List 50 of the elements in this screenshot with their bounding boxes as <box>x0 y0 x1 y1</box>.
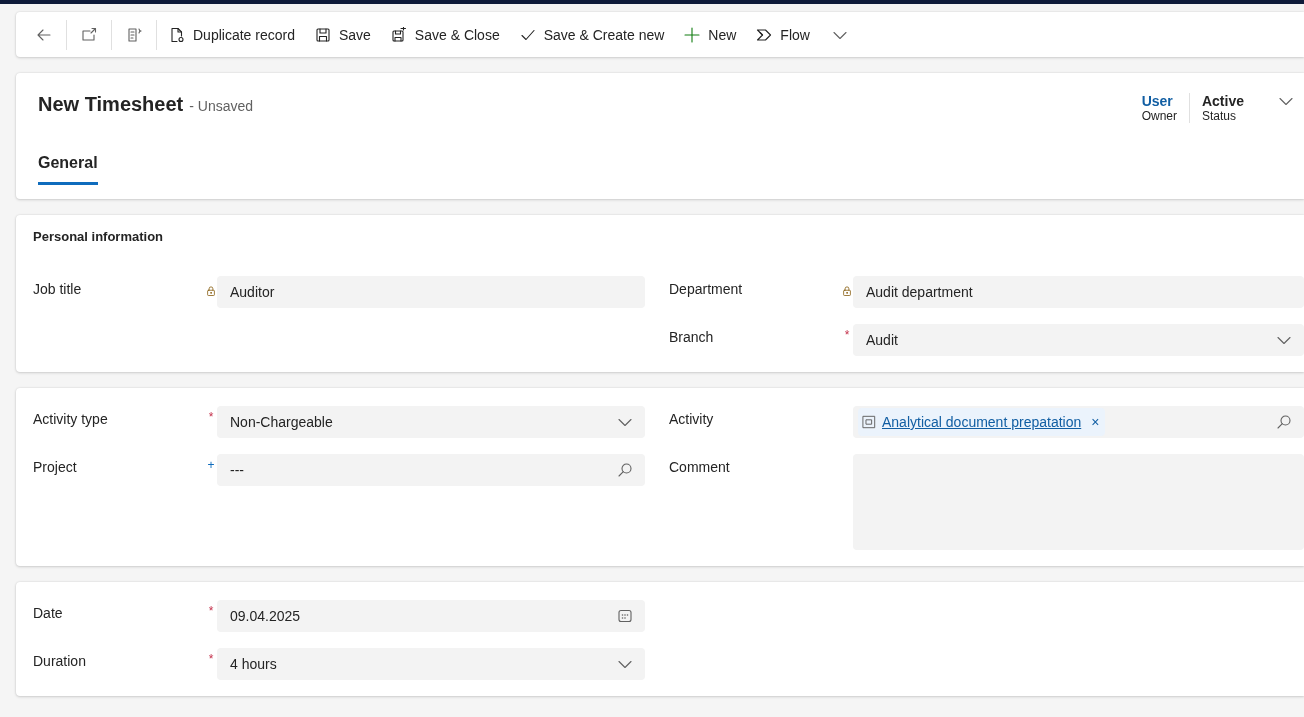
toolbar-button[interactable]: Duplicate record <box>159 18 305 51</box>
field-label: Activity <box>669 410 715 427</box>
recommended-marker: + <box>207 458 215 472</box>
search-icon <box>1276 414 1292 430</box>
required-marker: * <box>844 328 850 342</box>
toolbar-button[interactable]: New <box>674 18 747 51</box>
toolbar-button[interactable]: Save & Create new <box>509 18 675 51</box>
search-icon <box>617 462 633 478</box>
field-label: Comment <box>669 458 731 475</box>
header-label: Owner <box>1141 109 1177 123</box>
field-label: Job title <box>33 280 83 297</box>
section-title: Personal information <box>33 229 165 244</box>
header-value[interactable]: User <box>1141 93 1177 109</box>
save-status: - Unsaved <box>189 98 254 114</box>
header-value: Active <box>1201 93 1244 109</box>
toolbar-button[interactable]: Flow <box>746 18 858 51</box>
dropdown[interactable]: Audit <box>853 324 1304 356</box>
field-label: Activity type <box>33 410 109 427</box>
lock-icon <box>841 284 853 298</box>
record-title: New Timesheet <box>38 93 184 116</box>
field-label: Department <box>669 280 744 297</box>
required-marker: * <box>208 604 214 618</box>
save-close-icon <box>390 26 407 43</box>
locked-field: Auditor <box>217 276 645 308</box>
date-field[interactable]: 09.04.2025 <box>217 600 645 632</box>
locked-field: Audit department <box>853 276 1304 308</box>
lookup-field[interactable]: Analytical document prepatation × <box>853 406 1304 438</box>
tab[interactable]: General <box>38 146 98 185</box>
dropdown[interactable]: Non-Chargeable <box>217 406 645 438</box>
remove-button[interactable]: × <box>1087 414 1100 430</box>
toolbar-button[interactable]: Save <box>304 18 381 51</box>
field-label: Duration <box>33 652 87 669</box>
plus-icon <box>684 26 701 43</box>
window-arrow-icon <box>81 26 97 43</box>
flow-icon <box>756 26 773 43</box>
dropdown[interactable]: 4 hours <box>217 648 645 680</box>
calendar-icon <box>617 608 633 624</box>
save-icon <box>314 26 331 43</box>
field-label: Project <box>33 458 78 475</box>
record-icon <box>862 415 876 429</box>
field-label: Branch <box>669 328 715 345</box>
lookup-field[interactable]: --- <box>217 454 645 486</box>
header-label: Status <box>1201 109 1237 123</box>
required-marker: * <box>208 410 214 424</box>
activity-link[interactable]: Analytical document prepatation <box>882 414 1082 430</box>
field-label: Date <box>33 604 64 621</box>
lock-icon <box>205 284 217 298</box>
required-marker: * <box>208 652 214 666</box>
document-gear-icon <box>169 26 185 43</box>
toolbar-button[interactable]: Save & Close <box>380 18 510 51</box>
